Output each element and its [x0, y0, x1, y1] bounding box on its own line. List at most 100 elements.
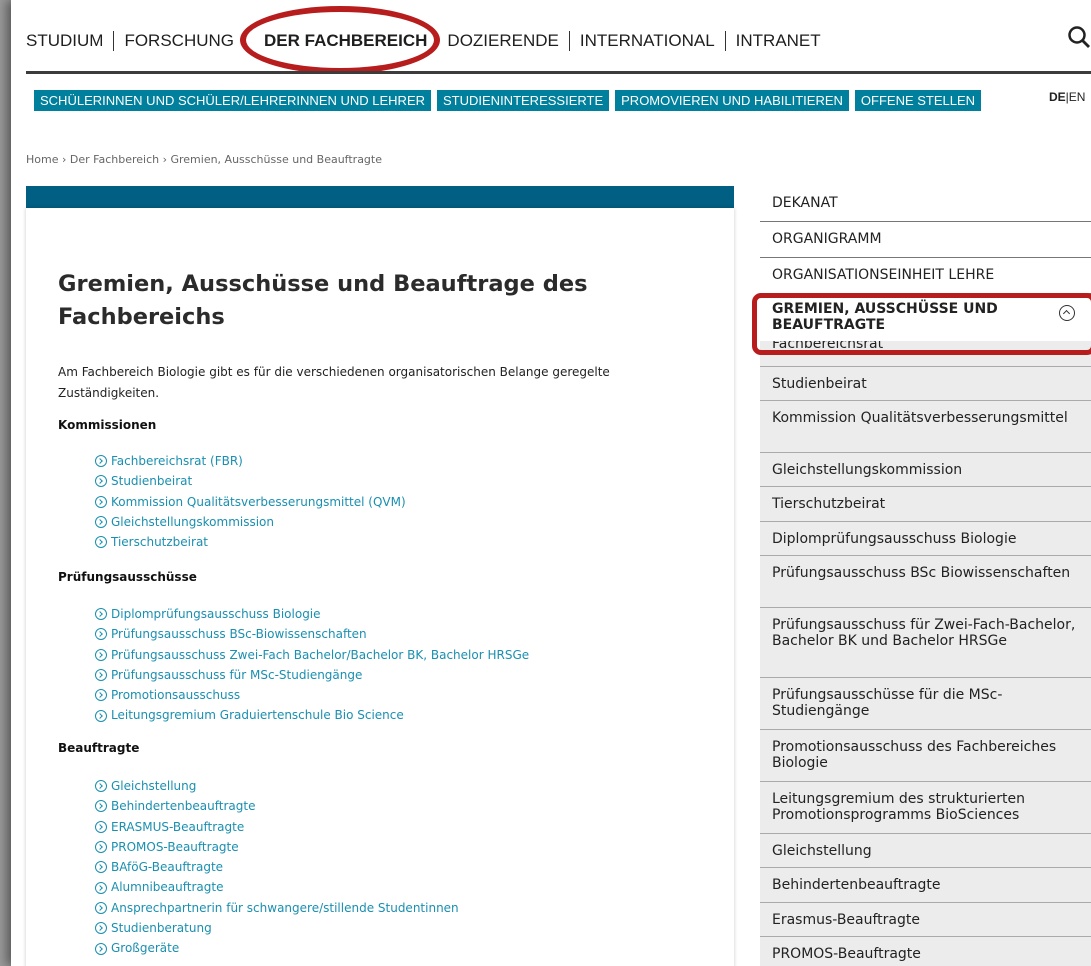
link-item[interactable]: BAföG-Beauftragte	[95, 857, 459, 877]
circle-chevron-right-icon	[95, 800, 107, 813]
sidebar-subitem-studienbeirat[interactable]: Studienbeirat	[760, 367, 1091, 401]
sidebar-subitem-leitungsgremium[interactable]: Leitungsgremium des strukturierten Promo…	[760, 782, 1091, 834]
audience-link-studieninteressierte[interactable]: STUDIENINTERESSIERTE	[437, 90, 610, 111]
link-item[interactable]: Prüfungsausschuss Zwei-Fach Bachelor/Bac…	[95, 645, 529, 665]
link-label[interactable]: Prüfungsausschuss BSc-Biowissenschaften	[111, 624, 367, 644]
circle-chevron-right-icon	[95, 516, 107, 529]
link-item[interactable]: Promotionsausschuss	[95, 685, 529, 705]
link-item[interactable]: Ansprechpartnerin für schwangere/stillen…	[95, 898, 459, 918]
sidebar-item-dekanat[interactable]: DEKANAT	[760, 186, 1091, 222]
link-label[interactable]: Alumnibeauftragte	[111, 877, 223, 897]
audience-link-promovieren[interactable]: PROMOVIEREN UND HABILITIEREN	[615, 90, 849, 111]
link-label[interactable]: Prüfungsausschuss Zwei-Fach Bachelor/Bac…	[111, 645, 529, 665]
sidebar-subitem-pa-bsc[interactable]: Prüfungsausschuss BSc Biowissenschaften	[760, 556, 1091, 608]
sidebar-subitem-behindertenbeauftragte[interactable]: Behindertenbeauftragte	[760, 868, 1091, 903]
audience-navigation: SCHÜLERINNEN UND SCHÜLER/LEHRERINNEN UND…	[34, 90, 982, 111]
link-item[interactable]: Gleichstellungskommission	[95, 512, 406, 532]
page-title: Gremien, Ausschüsse und Beauftrage des F…	[58, 271, 588, 330]
pruefungsausschuesse-links: Diplomprüfungsausschuss Biologie Prüfung…	[95, 604, 529, 726]
link-item[interactable]: Kommission Qualitätsverbesserungsmittel …	[95, 492, 406, 512]
circle-chevron-right-icon	[95, 648, 107, 661]
link-item[interactable]: Fachbereichsrat (FBR)	[95, 451, 406, 471]
language-de[interactable]: DE	[1049, 90, 1066, 104]
circle-chevron-right-icon	[95, 608, 107, 621]
link-item[interactable]: Prüfungsausschuss für MSc-Studiengänge	[95, 665, 529, 685]
circle-chevron-right-icon	[95, 861, 107, 874]
link-item[interactable]: Tierschutzbeirat	[95, 532, 406, 552]
link-item[interactable]: Diplomprüfungsausschuss Biologie	[95, 604, 529, 624]
link-item[interactable]: Leitungsgremium Graduiertenschule Bio Sc…	[95, 705, 529, 725]
sidebar-subitem-gleichstellungskommission[interactable]: Gleichstellungskommission	[760, 453, 1091, 487]
circle-chevron-right-icon	[95, 536, 107, 549]
link-label[interactable]: Fachbereichsrat (FBR)	[111, 451, 243, 471]
link-item[interactable]: Prüfungsausschuss BSc-Biowissenschaften	[95, 624, 529, 644]
sidebar-subitem-qvm[interactable]: Kommission Qualitätsverbesserungsmittel	[760, 401, 1091, 453]
sidebar-subitem-diplompruefungsausschuss[interactable]: Diplomprüfungsausschuss Biologie	[760, 522, 1091, 556]
circle-chevron-right-icon	[95, 495, 107, 508]
section-heading-beauftragte: Beauftragte	[58, 741, 140, 755]
link-item[interactable]: PROMOS-Beauftragte	[95, 837, 459, 857]
link-label[interactable]: ERASMUS-Beauftragte	[111, 817, 244, 837]
link-label[interactable]: Studienbeirat	[111, 471, 192, 491]
sidebar-subitem-promos[interactable]: PROMOS-Beauftragte	[760, 937, 1091, 966]
circle-chevron-right-icon	[95, 455, 107, 468]
link-item[interactable]: Großgeräte	[95, 938, 459, 958]
link-label[interactable]: Studienberatung	[111, 918, 212, 938]
circle-chevron-right-icon	[95, 841, 107, 854]
nav-international[interactable]: INTERNATIONAL	[570, 31, 725, 51]
link-item[interactable]: Gleichstellung	[95, 776, 459, 796]
content-header-bar	[26, 186, 734, 208]
circle-chevron-right-icon	[95, 922, 107, 935]
link-label[interactable]: Behindertenbeauftragte	[111, 796, 255, 816]
breadcrumb[interactable]: Home › Der Fachbereich › Gremien, Aussch…	[26, 153, 382, 166]
circle-chevron-right-icon	[95, 475, 107, 488]
link-label[interactable]: BAföG-Beauftragte	[111, 857, 223, 877]
language-switcher: DE|EN	[1049, 90, 1085, 104]
nav-studium[interactable]: STUDIUM	[26, 31, 113, 51]
highlight-ring-annotation	[240, 6, 440, 74]
section-heading-kommissionen: Kommissionen	[58, 418, 157, 432]
link-label[interactable]: Prüfungsausschuss für MSc-Studiengänge	[111, 665, 362, 685]
link-label[interactable]: Ansprechpartnerin für schwangere/stillen…	[111, 898, 459, 918]
audience-link-offene-stellen[interactable]: OFFENE STELLEN	[854, 90, 982, 111]
link-label[interactable]: Tierschutzbeirat	[111, 532, 208, 552]
audience-link-schueler[interactable]: SCHÜLERINNEN UND SCHÜLER/LEHRERINNEN UND…	[34, 90, 432, 111]
sidebar-subitem-tierschutzbeirat[interactable]: Tierschutzbeirat	[760, 487, 1091, 522]
sidebar-subitem-pa-zwei-fach[interactable]: Prüfungsausschuss für Zwei-Fach-Bachelor…	[760, 608, 1091, 678]
link-item[interactable]: Studienberatung	[95, 918, 459, 938]
link-label[interactable]: PROMOS-Beauftragte	[111, 837, 239, 857]
language-en[interactable]: EN	[1069, 90, 1086, 104]
circle-chevron-right-icon	[95, 881, 107, 894]
link-label[interactable]: Leitungsgremium Graduiertenschule Bio Sc…	[111, 705, 404, 725]
beauftragte-links: Gleichstellung Behindertenbeauftragte ER…	[95, 776, 459, 959]
sidebar-subitem-promotionsausschuss[interactable]: Promotionsausschuss des Fachbereiches Bi…	[760, 730, 1091, 782]
sidebar-item-organisationseinheit-lehre[interactable]: ORGANISATIONSEINHEIT LEHRE	[760, 258, 1091, 294]
circle-chevron-right-icon	[95, 780, 107, 793]
link-label[interactable]: Großgeräte	[111, 938, 179, 958]
link-item[interactable]: ERASMUS-Beauftragte	[95, 817, 459, 837]
circle-chevron-right-icon	[95, 628, 107, 641]
browser-page: STUDIUM FORSCHUNG DER FACHBEREICH DOZIER…	[11, 0, 1091, 966]
link-label[interactable]: Gleichstellungskommission	[111, 512, 274, 532]
link-item[interactable]: Studienbeirat	[95, 471, 406, 491]
circle-chevron-right-icon	[95, 669, 107, 682]
link-label[interactable]: Gleichstellung	[111, 776, 196, 796]
link-label[interactable]: Promotionsausschuss	[111, 685, 240, 705]
sidebar-subitem-erasmus[interactable]: Erasmus-Beauftragte	[760, 903, 1091, 937]
nav-forschung[interactable]: FORSCHUNG	[114, 31, 244, 51]
intro-text: Am Fachbereich Biologie gibt es für die …	[58, 365, 610, 400]
link-item[interactable]: Alumnibeauftragte	[95, 877, 459, 897]
circle-chevron-right-icon	[95, 901, 107, 914]
nav-dozierende[interactable]: DOZIERENDE	[437, 31, 568, 51]
link-item[interactable]: Behindertenbeauftragte	[95, 796, 459, 816]
highlight-box-annotation	[752, 293, 1091, 355]
sidebar-item-organigramm[interactable]: ORGANIGRAMM	[760, 222, 1091, 258]
circle-chevron-right-icon	[95, 689, 107, 702]
sidebar-subitem-gleichstellung[interactable]: Gleichstellung	[760, 834, 1091, 868]
nav-intranet[interactable]: INTRANET	[726, 31, 831, 51]
search-icon[interactable]	[1066, 24, 1091, 54]
link-label[interactable]: Diplomprüfungsausschuss Biologie	[111, 604, 321, 624]
link-label[interactable]: Kommission Qualitätsverbesserungsmittel …	[111, 492, 406, 512]
circle-chevron-right-icon	[95, 709, 107, 722]
sidebar-subitem-pa-msc[interactable]: Prüfungsausschüsse für die MSc-Studiengä…	[760, 678, 1091, 730]
